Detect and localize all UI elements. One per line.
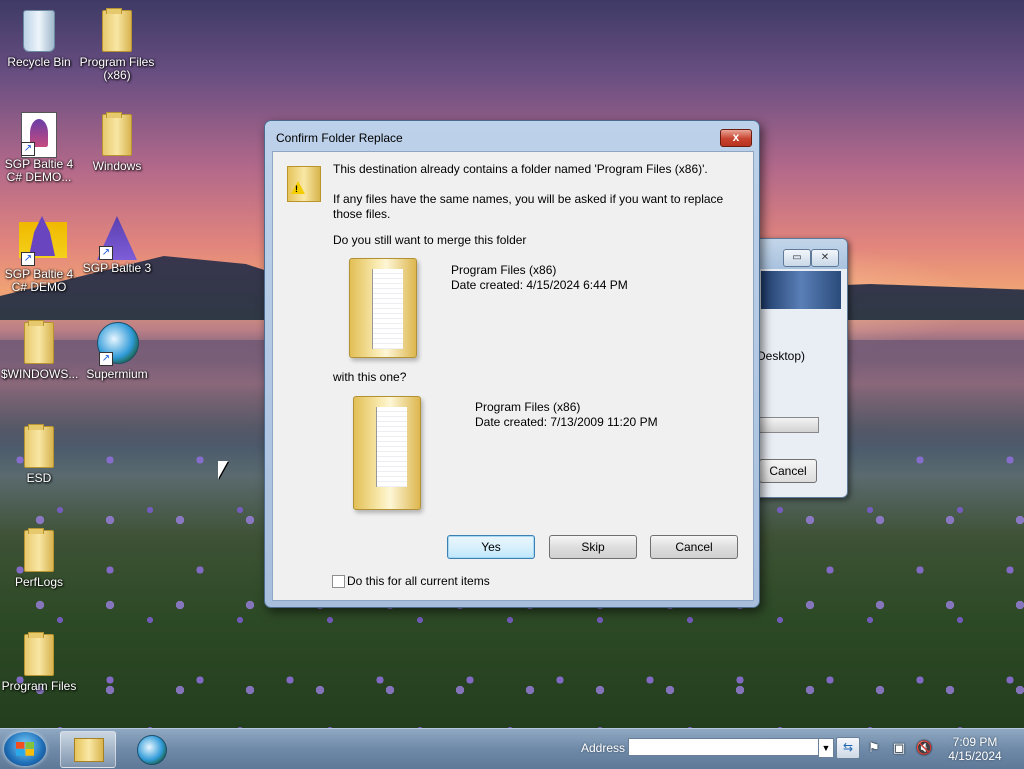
shortcut-arrow-icon: ↗ xyxy=(99,352,113,366)
destination-folder-icon[interactable] xyxy=(353,396,421,510)
network-icon[interactable]: ▣ xyxy=(891,740,907,756)
browser-globe-icon xyxy=(137,735,167,765)
cancel-button[interactable]: Cancel xyxy=(650,535,738,559)
close-icon[interactable]: ✕ xyxy=(811,249,839,267)
source-folder-date[interactable]: Date created: 4/15/2024 6:44 PM xyxy=(451,278,628,293)
taskbar-clock[interactable]: 7:09 PM 4/15/2024 xyxy=(940,735,1010,763)
desktop-icon-label: SGP Baltie 4 C# DEMO... xyxy=(4,157,74,184)
folder-icon xyxy=(74,738,104,762)
clock-time: 7:09 PM xyxy=(952,735,998,749)
confirm-folder-replace-dialog[interactable]: Confirm Folder Replace x This destinatio… xyxy=(264,120,760,608)
dialog-client-area: This destination already contains a fold… xyxy=(272,151,754,601)
desktop-icon-esd[interactable]: ESD xyxy=(1,424,77,485)
taskbar: Address ▼ ⇆ ⚑ ▣ 🔇 7:09 PM 4/15/2024 xyxy=(0,728,1024,769)
source-folder-name[interactable]: Program Files (x86) xyxy=(451,263,556,278)
desktop-icon-label: SGP Baltie 4 C# DEMO xyxy=(4,267,74,294)
desktop-icon-recycle-bin[interactable]: Recycle Bin xyxy=(1,8,77,69)
dialog-with-text: with this one? xyxy=(333,370,407,384)
desktop-icon-windows[interactable]: Windows xyxy=(79,112,155,173)
desktop-icon-sgp-baltie-3[interactable]: ↗ SGP Baltie 3 xyxy=(79,216,155,275)
shortcut-arrow-icon: ↗ xyxy=(21,252,35,266)
action-center-flag-icon[interactable]: ⚑ xyxy=(866,740,882,756)
recycle-bin-icon xyxy=(23,10,55,52)
desktop-icon-label: Program Files (x86) xyxy=(79,55,155,82)
desktop-icon-label: Supermium xyxy=(86,367,148,381)
apply-to-all-checkbox[interactable] xyxy=(332,575,345,588)
desktop-icon-label: ESD xyxy=(26,471,52,485)
clock-date: 4/15/2024 xyxy=(948,749,1002,763)
address-label: Address xyxy=(581,741,626,755)
yes-button[interactable]: Yes xyxy=(447,535,535,559)
desktop-icon-label: PerfLogs xyxy=(14,575,64,589)
shortcut-arrow-icon: ↗ xyxy=(21,142,35,156)
source-folder-icon[interactable] xyxy=(349,258,417,358)
folder-icon xyxy=(102,112,132,156)
desktop-icon-label: Program Files xyxy=(1,679,77,693)
destination-folder-date[interactable]: Date created: 7/13/2009 11:20 PM xyxy=(475,415,658,430)
taskbar-explorer-button[interactable] xyxy=(60,731,116,768)
desktop-icon-supermium[interactable]: ↗ Supermium xyxy=(79,320,155,381)
desktop-icon-sgp-baltie-4-demo-1[interactable]: ↗ SGP Baltie 4 C# DEMO... xyxy=(1,112,77,184)
background-window-path: Desktop) xyxy=(757,349,806,363)
address-go-icon[interactable]: ⇆ xyxy=(836,737,860,759)
address-input[interactable] xyxy=(628,738,820,756)
skip-button[interactable]: Skip xyxy=(549,535,637,559)
shortcut-arrow-icon: ↗ xyxy=(99,246,113,260)
desktop-icon-sgp-baltie-4-demo-2[interactable]: ↗ SGP Baltie 4 C# DEMO xyxy=(1,216,77,294)
dialog-close-button[interactable]: x xyxy=(720,129,752,147)
desktop-icon-program-files[interactable]: Program Files xyxy=(1,632,77,693)
warning-folder-icon xyxy=(287,166,321,202)
dialog-question: Do you still want to merge this folder xyxy=(333,233,527,247)
folder-icon xyxy=(24,424,54,468)
folder-icon xyxy=(24,528,54,572)
desktop-icon-label: SGP Baltie 3 xyxy=(82,261,152,275)
background-cancel-button[interactable]: Cancel xyxy=(759,459,817,483)
destination-folder-name[interactable]: Program Files (x86) xyxy=(475,400,580,415)
start-button[interactable] xyxy=(4,732,46,766)
volume-muted-icon[interactable]: 🔇 xyxy=(916,740,932,756)
desktop-icon-label: Windows xyxy=(92,159,142,173)
desktop-icon-label: Recycle Bin xyxy=(7,55,71,69)
dialog-message-destination: This destination already contains a fold… xyxy=(333,162,708,176)
desktop-icon-perflogs[interactable]: PerfLogs xyxy=(1,528,77,589)
dialog-title: Confirm Folder Replace xyxy=(276,131,403,145)
copy-progress-bar xyxy=(759,417,819,433)
address-dropdown-icon[interactable]: ▼ xyxy=(818,738,834,758)
folder-icon xyxy=(24,320,54,364)
desktop-icon-windows-bt[interactable]: $WINDOWS... xyxy=(1,320,79,381)
restore-icon[interactable]: ▭ xyxy=(783,249,811,267)
dialog-message-replace-info: If any files have the same names, you wi… xyxy=(333,192,724,221)
taskbar-supermium-button[interactable] xyxy=(124,731,180,768)
desktop-icon-program-files-x86[interactable]: Program Files (x86) xyxy=(79,8,155,82)
apply-to-all-label[interactable]: Do this for all current items xyxy=(347,574,490,589)
mouse-cursor-icon xyxy=(218,461,228,479)
desktop-icon-label: $WINDOWS... xyxy=(1,367,79,381)
background-window-banner xyxy=(761,271,841,309)
folder-icon xyxy=(24,632,54,676)
folder-icon xyxy=(102,8,132,52)
